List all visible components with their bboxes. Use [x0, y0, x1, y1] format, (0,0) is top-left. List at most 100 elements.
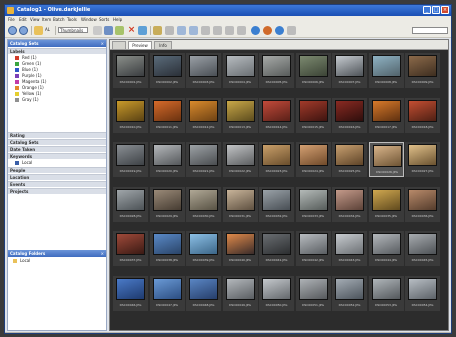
catalog-sets-header[interactable]: Catalog Sets × [8, 40, 106, 47]
thumbnail[interactable]: DSC00039.JPG [186, 231, 221, 266]
thumbnail[interactable]: DSC00026.JPG [368, 142, 404, 177]
thumbnail[interactable]: DSC00051.JPG [295, 275, 331, 311]
sidebar-item-gray[interactable]: Gray (1) [8, 97, 106, 103]
minimize-button[interactable]: _ [423, 6, 431, 14]
email-icon[interactable] [287, 26, 296, 35]
refresh-icon[interactable] [115, 26, 124, 35]
thumbnail[interactable]: DSC00003.JPG [186, 53, 221, 88]
close-button[interactable]: × [441, 6, 449, 14]
arrange-icon[interactable] [165, 26, 174, 35]
mode-label[interactable]: AL [45, 27, 50, 32]
thumbnail[interactable]: DSC00018.JPG [405, 97, 440, 133]
thumbnail[interactable]: DSC00007.JPG [332, 53, 367, 88]
thumbnail[interactable]: DSC00016.JPG [332, 97, 367, 133]
maximize-button[interactable]: □ [432, 6, 440, 14]
thumbnail[interactable]: DSC00022.JPG [222, 142, 258, 177]
menu-window[interactable]: Window [81, 17, 97, 22]
menu-batch[interactable]: Batch [53, 17, 65, 22]
thumbnail[interactable]: DSC00032.JPG [259, 186, 294, 222]
thumbnail[interactable]: DSC00029.JPG [149, 186, 185, 222]
thumbnail[interactable]: DSC00002.JPG [149, 53, 185, 88]
thumbnail[interactable]: DSC00031.JPG [222, 186, 258, 222]
thumbnail[interactable]: DSC00041.JPG [259, 231, 294, 266]
play-icon[interactable] [251, 26, 260, 35]
tree-group-catalog-sets[interactable]: Catalog Sets [8, 139, 106, 145]
menu-file[interactable]: File [8, 17, 15, 22]
thumbnail[interactable]: DSC00033.JPG [295, 186, 331, 222]
thumbnail[interactable]: DSC00005.JPG [259, 53, 294, 88]
print-icon[interactable] [237, 26, 246, 35]
thumbnail[interactable]: DSC00027.JPG [405, 142, 440, 177]
filter-icon[interactable] [93, 26, 102, 35]
thumbnail[interactable]: DSC00020.JPG [149, 142, 185, 177]
thumbnail[interactable]: DSC00053.JPG [368, 275, 404, 311]
share-icon[interactable] [225, 26, 234, 35]
sidebar-item-keyword[interactable]: Local [8, 160, 106, 166]
thumbnail[interactable]: DSC00011.JPG [149, 97, 185, 133]
import-icon[interactable] [34, 26, 43, 35]
thumbnail[interactable]: DSC00052.JPG [332, 275, 367, 311]
thumbnail[interactable]: DSC00001.JPG [113, 53, 148, 88]
thumbnail[interactable]: DSC00009.JPG [405, 53, 440, 88]
catalog-folders-header[interactable]: Catalog Folders × [8, 250, 106, 257]
tree-group-keywords[interactable]: Keywords [8, 153, 106, 159]
thumbnail[interactable]: DSC00046.JPG [113, 275, 148, 311]
thumbnail[interactable]: DSC00038.JPG [149, 231, 185, 266]
thumbnail[interactable]: DSC00017.JPG [368, 97, 404, 133]
settings-icon[interactable] [104, 26, 113, 35]
thumbnail[interactable]: DSC00036.JPG [405, 186, 440, 222]
rotate-icon[interactable] [138, 26, 147, 35]
tree-group-location[interactable]: Location [8, 174, 106, 180]
menu-view[interactable]: View [30, 17, 40, 22]
menu-sorts[interactable]: Sorts [99, 17, 109, 22]
thumbnail[interactable]: DSC00030.JPG [186, 186, 221, 222]
thumbnail[interactable]: DSC00004.JPG [222, 53, 258, 88]
forward-icon[interactable] [19, 26, 28, 35]
grid-icon[interactable] [189, 26, 198, 35]
panel-close-icon[interactable]: × [101, 40, 104, 47]
thumbnail[interactable]: DSC00048.JPG [186, 275, 221, 311]
crop-icon[interactable] [201, 26, 210, 35]
title-bar[interactable]: Catalog1 - Olive.darkJellie _ □ × [5, 5, 451, 16]
thumbnail[interactable]: DSC00043.JPG [332, 231, 367, 266]
sort-icon[interactable] [153, 26, 162, 35]
globe-icon[interactable] [275, 26, 284, 35]
thumbnail[interactable]: DSC00023.JPG [259, 142, 294, 177]
thumbnail[interactable]: DSC00049.JPG [222, 275, 258, 311]
thumbnail[interactable]: DSC00024.JPG [295, 142, 331, 177]
thumbnail[interactable]: DSC00037.JPG [113, 231, 148, 266]
thumbnail[interactable]: DSC00015.JPG [295, 97, 331, 133]
tab-preview[interactable]: Preview [128, 41, 152, 49]
menu-help[interactable]: Help [113, 17, 122, 22]
thumbnail[interactable]: DSC00042.JPG [295, 231, 331, 266]
compare-icon[interactable] [177, 26, 186, 35]
panel-close-icon[interactable]: × [101, 250, 104, 257]
tab-browse[interactable] [112, 41, 126, 49]
thumbnail[interactable]: DSC00021.JPG [186, 142, 221, 177]
tree-group-rating[interactable]: Rating [8, 132, 106, 138]
tree-group-projects[interactable]: Projects [8, 188, 106, 194]
search-input[interactable] [412, 27, 448, 34]
menu-tools[interactable]: Tools [67, 17, 77, 22]
thumbnail[interactable]: DSC00034.JPG [332, 186, 367, 222]
thumbnail[interactable]: DSC00045.JPG [405, 231, 440, 266]
edit-icon[interactable] [213, 26, 222, 35]
thumbnail[interactable]: DSC00044.JPG [368, 231, 404, 266]
folder-item[interactable]: Local [8, 258, 106, 264]
thumbnail[interactable]: DSC00019.JPG [113, 142, 148, 177]
thumbnail[interactable]: DSC00047.JPG [149, 275, 185, 311]
thumbnail[interactable]: DSC00013.JPG [222, 97, 258, 133]
thumbnail[interactable]: DSC00035.JPG [368, 186, 404, 222]
menu-edit[interactable]: Edit [19, 17, 27, 22]
burn-icon[interactable] [263, 26, 272, 35]
back-icon[interactable] [8, 26, 17, 35]
tree-group-labels[interactable]: Labels [8, 48, 106, 54]
tab-info[interactable]: Info [154, 41, 172, 49]
thumbnail[interactable]: DSC00040.JPG [222, 231, 258, 266]
thumbnail[interactable]: DSC00008.JPG [368, 53, 404, 88]
thumbnail[interactable]: DSC00054.JPG [405, 275, 440, 311]
thumbnail[interactable]: DSC00012.JPG [186, 97, 221, 133]
tree-group-events[interactable]: Events [8, 181, 106, 187]
tree-group-date-taken[interactable]: Date Taken [8, 146, 106, 152]
thumbnail[interactable]: DSC00014.JPG [259, 97, 294, 133]
